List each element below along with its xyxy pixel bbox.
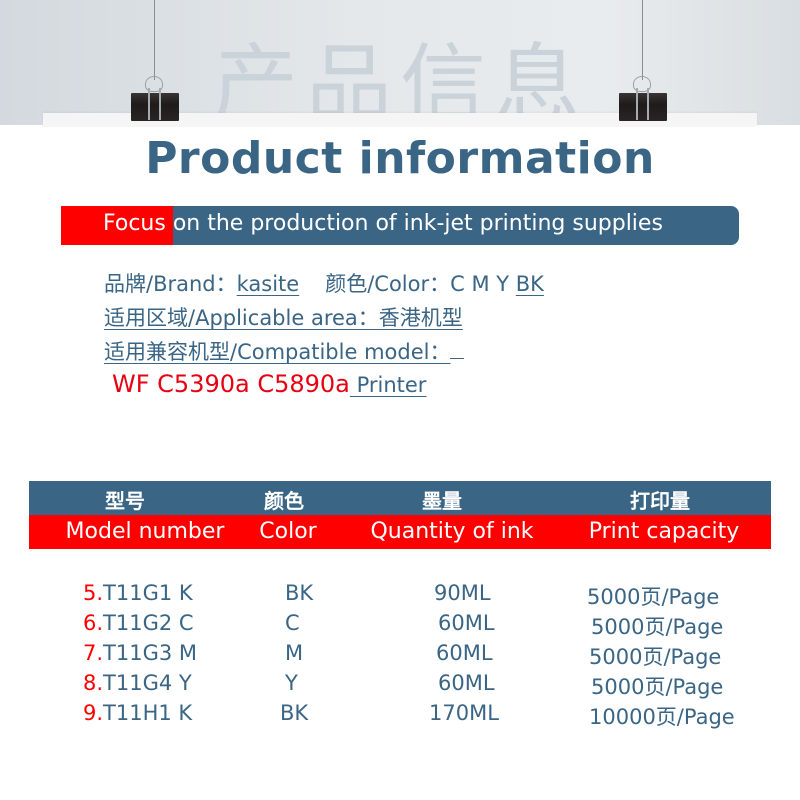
row-index: 5. [83,581,104,605]
page-title: Product information [145,133,655,184]
binder-clip-icon [619,76,667,122]
table-row: 7.T11G3 M M 60ML 5000页/Page [0,641,800,671]
row-ink: 170ML [429,701,499,725]
row-model: T11G1 K [103,581,193,605]
header-model-en: Model number [65,519,225,544]
left-string [154,0,155,80]
row-color: BK [285,581,314,605]
compatible-suffix: Printer [349,373,427,397]
row-ink: 60ML [438,671,495,695]
info-compatible-models: WF C5390a C5890a Printer [112,370,426,398]
row-capacity: 5000页/Page [591,675,724,699]
info-area: 适用区域/Applicable area：香港机型 [104,302,463,332]
info-compatible: 适用兼容机型/Compatible model： [104,336,465,366]
header-ink-cn: 墨量 [422,489,462,513]
table-row: 8.T11G4 Y Y 60ML 5000页/Page [0,671,800,701]
header-model-cn: 型号 [105,489,145,513]
compatible-models: WF C5390a C5890a [112,370,350,398]
row-capacity: 5000页/Page [589,645,722,669]
right-string [642,0,643,80]
area-value: 香港机型 [378,306,463,330]
header-banner: 产品信息 [0,0,800,135]
info-brand-color: 品牌/Brand：kasite 颜色/Color：C M Y BK [104,268,544,298]
row-ink: 60ML [438,611,495,635]
color-label: 颜色/Color： [325,272,451,296]
row-index: 7. [83,641,104,665]
brand-value: kasite [236,272,300,296]
tagline-text: Focus on the production of ink-jet print… [103,211,663,236]
table-header-en: Model number Color Quantity of ink Print… [29,515,771,549]
row-model: T11G2 C [103,611,194,635]
header-capacity-en: Print capacity [588,519,740,544]
row-ink: 60ML [436,641,493,665]
compatible-label: 适用兼容机型/Compatible model： [104,340,451,364]
header-color-en: Color [259,519,317,544]
header-color-cn: 颜色 [264,489,304,513]
row-index: 9. [83,701,104,725]
table-row: 9.T11H1 K BK 170ML 10000页/Page [0,701,800,731]
header-ink-en: Quantity of ink [370,519,534,544]
row-model: T11G4 Y [103,671,192,695]
row-model: T11G3 M [103,641,198,665]
row-color: C [285,611,300,635]
tagline-highlight: Focus [103,211,166,236]
row-color: BK [280,701,309,725]
brand-label: 品牌/Brand： [104,272,237,296]
header-capacity-cn: 打印量 [630,489,690,513]
table-header-cn: 型号 颜色 墨量 打印量 [29,481,771,515]
row-index: 6. [83,611,104,635]
table-row: 6.T11G2 C C 60ML 5000页/Page [0,611,800,641]
table-row: 5.T11G1 K BK 90ML 5000页/Page [0,581,800,611]
color-value-bk: BK [515,272,544,296]
row-capacity: 5000页/Page [591,615,724,639]
row-color: M [285,641,304,665]
tagline-rest: on the production of ink-jet printing su… [165,211,663,236]
row-index: 8. [83,671,104,695]
row-color: Y [285,671,298,695]
color-value: C M Y [450,272,516,296]
row-model: T11H1 K [103,701,193,725]
row-capacity: 5000页/Page [587,585,720,609]
row-capacity: 10000页/Page [589,705,735,729]
area-label: 适用区域/Applicable area： [104,306,379,330]
binder-clip-icon [131,76,179,122]
row-ink: 90ML [434,581,491,605]
tagline-bar: Focus on the production of ink-jet print… [61,206,739,245]
